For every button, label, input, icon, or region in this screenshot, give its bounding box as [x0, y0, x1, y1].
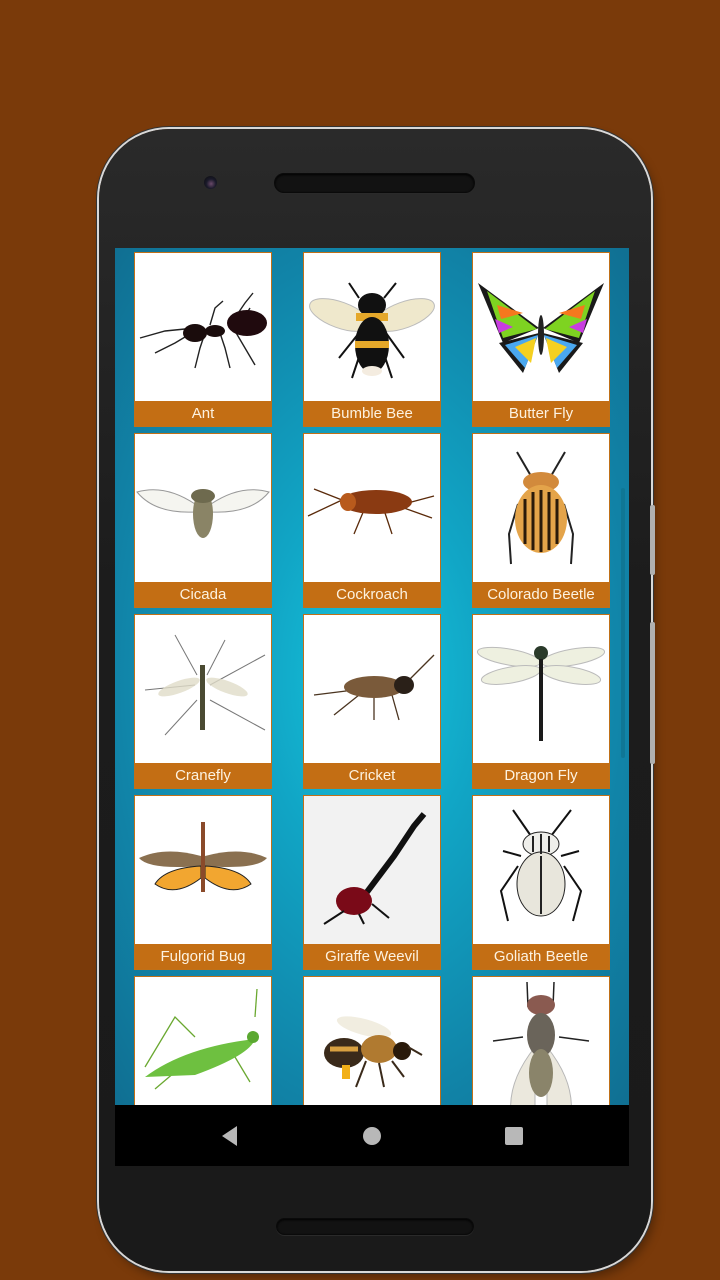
- housefly-image: [473, 977, 609, 1105]
- butterfly-image: [473, 253, 609, 401]
- goliath-beetle-image: [473, 796, 609, 944]
- grid-item-butterfly[interactable]: Butter Fly: [472, 252, 610, 427]
- grid-item-goliath-beetle[interactable]: Goliath Beetle: [472, 795, 610, 970]
- grid-item-bumble-bee[interactable]: Bumble Bee: [303, 252, 441, 427]
- grid-item-label: Goliath Beetle: [473, 944, 609, 969]
- power-button: [650, 622, 655, 764]
- home-icon: [363, 1127, 381, 1145]
- home-button[interactable]: [359, 1123, 385, 1149]
- grid-item-label: Butter Fly: [473, 401, 609, 426]
- grid-item-label: Bumble Bee: [304, 401, 440, 426]
- dragonfly-image: [473, 615, 609, 763]
- grid-item-dragonfly[interactable]: Dragon Fly: [472, 614, 610, 789]
- grid-item-housefly[interactable]: [472, 976, 610, 1105]
- grid-item-colorado-beetle[interactable]: Colorado Beetle: [472, 433, 610, 608]
- grid-item-label: Dragon Fly: [473, 763, 609, 788]
- cicada-image: [135, 434, 271, 582]
- cranefly-image: [135, 615, 271, 763]
- grid-item-cranefly[interactable]: Cranefly: [134, 614, 272, 789]
- grid-item-label: Giraffe Weevil: [304, 944, 440, 969]
- grid-item-label: Cockroach: [304, 582, 440, 607]
- grid-item-honey-bee[interactable]: [303, 976, 441, 1105]
- bottom-speaker: [276, 1218, 474, 1235]
- cockroach-image: [304, 434, 440, 582]
- recents-icon: [505, 1127, 523, 1145]
- grid-item-label: Fulgorid Bug: [135, 944, 271, 969]
- insect-grid-area[interactable]: Ant Bumble Bee Butter Fly Cicada Cockroa…: [115, 248, 629, 1105]
- honey-bee-image: [304, 977, 440, 1105]
- fulgorid-bug-image: [135, 796, 271, 944]
- bumble-bee-image: [304, 253, 440, 401]
- katydid-image: [135, 977, 271, 1105]
- volume-button: [650, 505, 655, 575]
- grid-item-label: Colorado Beetle: [473, 582, 609, 607]
- grid-item-ant[interactable]: Ant: [134, 252, 272, 427]
- grid-scrollbar[interactable]: [621, 488, 625, 758]
- grid-item-label: Ant: [135, 401, 271, 426]
- front-camera: [204, 176, 217, 189]
- android-nav-bar: [115, 1105, 629, 1166]
- grid-item-cricket[interactable]: Cricket: [303, 614, 441, 789]
- recents-button[interactable]: [501, 1123, 527, 1149]
- colorado-beetle-image: [473, 434, 609, 582]
- grid-item-label: Cicada: [135, 582, 271, 607]
- back-icon: [222, 1126, 237, 1146]
- grid-item-label: Cranefly: [135, 763, 271, 788]
- grid-item-cicada[interactable]: Cicada: [134, 433, 272, 608]
- back-button[interactable]: [217, 1123, 243, 1149]
- grid-item-cockroach[interactable]: Cockroach: [303, 433, 441, 608]
- grid-item-label: Cricket: [304, 763, 440, 788]
- giraffe-weevil-image: [304, 796, 440, 944]
- grid-item-fulgorid-bug[interactable]: Fulgorid Bug: [134, 795, 272, 970]
- grid-item-giraffe-weevil[interactable]: Giraffe Weevil: [303, 795, 441, 970]
- insect-grid: Ant Bumble Bee Butter Fly Cicada Cockroa…: [134, 252, 610, 1105]
- phone-screen: Ant Bumble Bee Butter Fly Cicada Cockroa…: [115, 248, 629, 1166]
- grid-item-katydid[interactable]: [134, 976, 272, 1105]
- earpiece-speaker: [274, 173, 475, 193]
- ant-image: [135, 253, 271, 401]
- cricket-image: [304, 615, 440, 763]
